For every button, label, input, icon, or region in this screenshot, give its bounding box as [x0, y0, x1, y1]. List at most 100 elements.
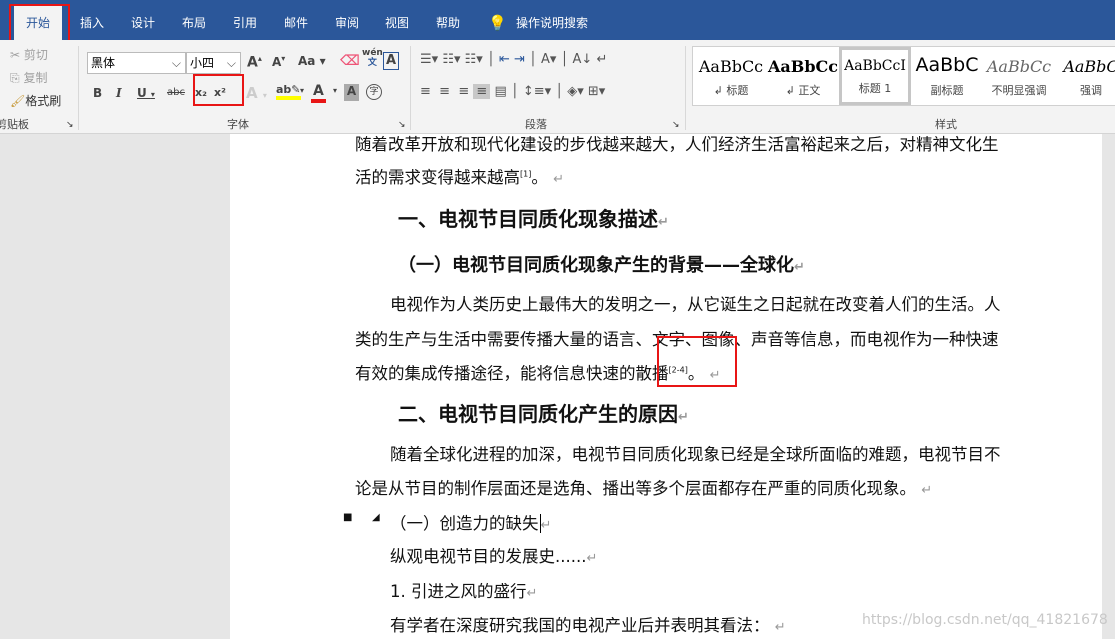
borders-icon[interactable]: ⊞▾ [588, 84, 605, 99]
styles-gallery: AaBbCc ↲ 标题 AaBbCc ↲ 正文 AaBbCcI 标题 1 AaBbC 副… [692, 46, 1115, 106]
body-line: 纵观电视节目的发展史......↵ [390, 543, 597, 567]
highlight-color-icon[interactable]: ab✎ [276, 83, 301, 100]
heading-1: 一、电视节目同质化现象描述↵ [398, 203, 669, 232]
style-preview: AaBbC [915, 54, 979, 76]
paragraph-mark-icon: ↵ [553, 172, 564, 187]
line-spacing-icon[interactable]: ↕≡▾ [523, 84, 551, 99]
body-line: 活的需求变得越来越高[1]。 ↵ [355, 164, 564, 188]
divider [78, 46, 79, 130]
heading-1: 二、电视节目同质化产生的原因↵ [398, 398, 689, 427]
tab-design[interactable]: 设计 [131, 0, 155, 40]
copy-icon: ⎘ [10, 71, 20, 85]
distributed-icon[interactable]: ▤ [494, 84, 506, 99]
tab-insert[interactable]: 插入 [80, 0, 104, 40]
font-name-select[interactable]: 黑体 ⌵ [87, 52, 186, 74]
numbering-icon[interactable]: ☷▾ [442, 52, 460, 67]
phonetic-guide-icon[interactable]: wén 文 [362, 48, 383, 68]
clipboard-launcher-icon[interactable]: ↘ [66, 120, 74, 130]
chevron-down-icon[interactable]: ▾ [333, 86, 337, 95]
align-right-icon[interactable]: ≡ [458, 84, 469, 99]
text: （一）创造力的缺失 [390, 514, 539, 533]
font-group-label: 字体 [227, 118, 249, 131]
align-center-icon[interactable]: ≡ [439, 84, 450, 99]
body-line: 1. 引进之风的盛行↵ [390, 578, 537, 602]
cut-label: 剪切 [23, 48, 48, 62]
body-line: 随着全球化进程的加深，电视节目同质化现象已经是全球所面临的难题，电视节目不 [390, 445, 1001, 464]
change-case-label: Aa [298, 54, 316, 68]
grow-font-icon[interactable]: A▴ [247, 54, 262, 71]
tab-layout[interactable]: 布局 [182, 0, 206, 40]
strikethrough-button[interactable]: abc [167, 87, 185, 98]
text: 纵观电视节目的发展史...... [390, 547, 587, 566]
multilevel-list-icon[interactable]: ☷▾ [465, 52, 483, 67]
underline-button[interactable]: U ▾ [137, 86, 155, 100]
chevron-down-icon[interactable]: ▾ [300, 86, 304, 95]
decrease-indent-icon[interactable]: ⇤ [499, 52, 510, 67]
increase-indent-icon[interactable]: ⇥ [514, 52, 525, 67]
tab-view[interactable]: 视图 [385, 0, 409, 40]
style-subtitle[interactable]: AaBbC 副标题 [911, 47, 983, 105]
font-color-icon[interactable]: A [311, 83, 326, 103]
style-preview: AaBbC [1063, 57, 1115, 76]
style-name: 强调 [1080, 84, 1102, 97]
scissors-icon: ✂ [10, 48, 21, 62]
citation[interactable]: [1] [520, 170, 531, 179]
ribbon-tabs: 开始 插入 设计 布局 引用 邮件 审阅 视图 帮助 💡 操作说明搜索 [0, 0, 1115, 40]
font-launcher-icon[interactable]: ↘ [398, 120, 406, 130]
paragraph-mark-icon: ↵ [678, 410, 689, 425]
text-effects-icon[interactable]: A ▾ [246, 84, 267, 102]
font-size-select[interactable]: 小四 ⌵ [186, 52, 241, 74]
tab-references[interactable]: 引用 [233, 0, 257, 40]
watermark: https://blog.csdn.net/qq_41821678 [862, 612, 1108, 628]
annotation-box-sub-superscript [193, 74, 244, 106]
italic-button[interactable]: I [116, 86, 122, 100]
chevron-down-icon: ⌵ [226, 56, 236, 70]
shading-icon[interactable]: ◈▾ [567, 84, 584, 99]
heading-2: （一）电视节目同质化现象产生的背景——全球化↵ [398, 251, 805, 277]
clear-formatting-icon[interactable]: ⌫ [340, 53, 360, 69]
body-line: 电视作为人类历史上最伟大的发明之一，从它诞生之日起就在改变着人们的生活。人 [390, 295, 1001, 314]
style-emphasis[interactable]: AaBbC 强调 [1055, 47, 1115, 105]
paragraph-mark-icon: ↵ [586, 551, 598, 566]
tell-me-search[interactable]: 操作说明搜索 [516, 0, 588, 40]
justify-icon[interactable]: ≡ [473, 84, 491, 99]
align-left-icon[interactable]: ≡ [420, 84, 431, 99]
tab-mailings[interactable]: 邮件 [284, 0, 308, 40]
style-title[interactable]: AaBbCc ↲ 标题 [695, 47, 767, 105]
style-preview: AaBbCc [698, 57, 764, 76]
enclose-character-icon[interactable]: 字 [366, 84, 382, 100]
paragraph-mark-icon: ↵ [794, 260, 805, 275]
paragraph-launcher-icon[interactable]: ↘ [672, 120, 680, 130]
lightbulb-icon: 💡 [488, 14, 507, 32]
bullet-marker-icon: ■ [343, 512, 353, 523]
style-preview: AaBbCc [986, 57, 1052, 76]
phonetic-bottom: 文 [367, 58, 377, 68]
show-marks-icon[interactable]: ↵ [596, 52, 607, 67]
change-case-button[interactable]: Aa ▾ [298, 54, 326, 68]
shrink-font-icon[interactable]: A▾ [272, 54, 285, 69]
style-normal[interactable]: AaBbCc ↲ 正文 [767, 47, 839, 105]
sort-icon[interactable]: A↓ [573, 52, 593, 67]
format-painter-button[interactable]: 🖌格式刷 [10, 92, 61, 109]
style-heading-1[interactable]: AaBbCcI 标题 1 [839, 47, 911, 105]
style-subtle-emphasis[interactable]: AaBbCc 不明显强调 [983, 47, 1055, 105]
copy-button[interactable]: ⎘ 复制 [10, 69, 47, 86]
asian-layout-icon[interactable]: A▾ [541, 52, 556, 67]
divider [410, 46, 411, 130]
phonetic-top: wén [362, 48, 383, 58]
bullets-icon[interactable]: ☰▾ [420, 52, 438, 67]
cut-button[interactable]: ✂ 剪切 [10, 46, 48, 63]
tab-help[interactable]: 帮助 [436, 0, 460, 40]
character-shading-icon[interactable]: A [344, 84, 359, 101]
paragraph-group-label: 段落 [525, 118, 547, 131]
character-border-icon[interactable]: A [383, 52, 399, 70]
tab-review[interactable]: 审阅 [335, 0, 359, 40]
bold-button[interactable]: B [93, 86, 102, 100]
paragraph-mark-icon: ↵ [774, 620, 786, 635]
text: 。 [531, 168, 548, 187]
paragraph-mark-icon: ↵ [526, 586, 538, 601]
collapse-triangle-icon[interactable]: ◢ [372, 512, 380, 523]
body-line: 随着改革开放和现代化建设的步伐越来越大，人们经济生活富裕起来之后，对精神文化生 [355, 135, 999, 154]
styles-group-label: 样式 [935, 118, 957, 131]
text: （一）电视节目同质化现象产生的背景——全球化 [398, 255, 794, 276]
